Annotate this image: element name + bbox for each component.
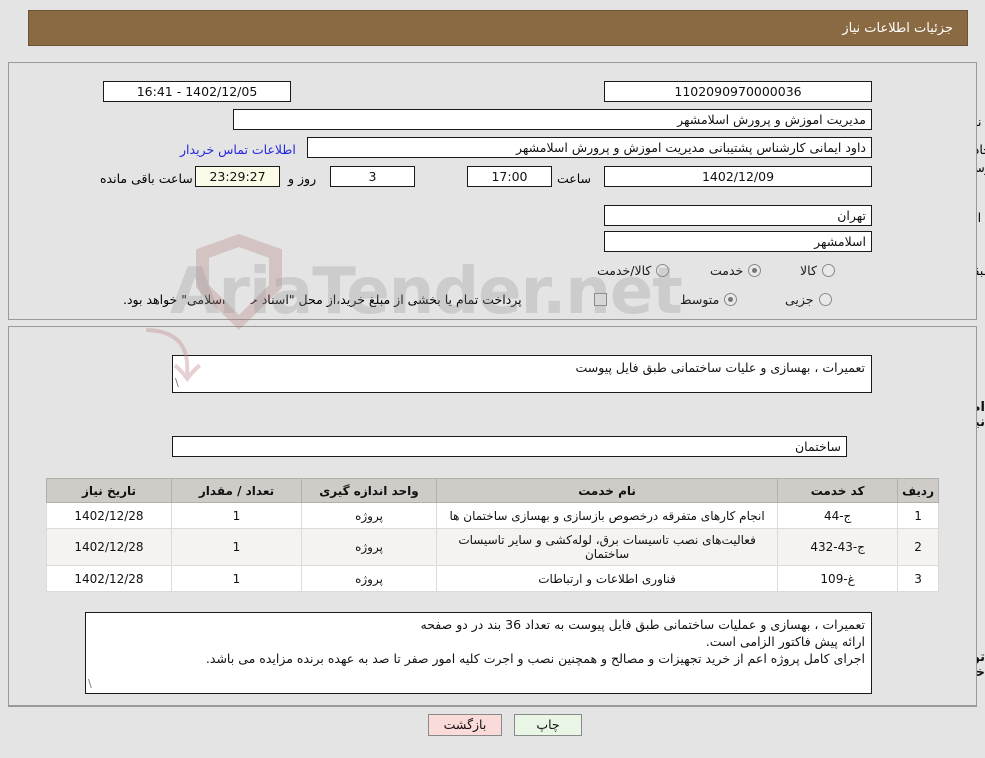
time-remaining-countdown: 23:29:27: [195, 166, 280, 187]
cell-qty: 1: [172, 566, 302, 592]
service-group-value: ساختمان: [172, 436, 847, 457]
radio-icon-jozii[interactable]: [819, 293, 832, 306]
province-value: تهران: [604, 205, 872, 226]
radio-icon-khedmat[interactable]: [748, 264, 761, 277]
th-name: نام خدمت: [437, 479, 778, 503]
radio-icon-motevaset[interactable]: [724, 293, 737, 306]
table-row: 1 ج-44 انجام کارهای متفرقه درخصوص بازساز…: [47, 503, 939, 529]
page-title: جزئیات اطلاعات نیاز: [842, 21, 953, 36]
cell-code: غ-109: [778, 566, 898, 592]
cell-date: 1402/12/28: [47, 566, 172, 592]
category-option-0[interactable]: کالا: [800, 259, 835, 281]
requester-value: داود ایمانی کارشناس پشتیبانی مدیریت اموز…: [307, 137, 872, 158]
back-button[interactable]: بازگشت: [428, 714, 502, 736]
hours-remaining-label-row: ساعت باقی مانده: [100, 167, 193, 189]
category-option-1[interactable]: خدمت: [710, 259, 761, 281]
checkbox-icon-treasury[interactable]: [594, 293, 607, 306]
buyer-notes-textarea[interactable]: تعمیرات ، بهسازی و عملیات ساختمانی طبق ف…: [85, 612, 872, 694]
cell-row: 2: [898, 529, 939, 566]
category-option-2-label: کالا/خدمت: [597, 263, 651, 278]
need-description-value: تعمیرات ، بهسازی و علیات ساختمانی طبق فا…: [179, 359, 865, 376]
days-and-label: روز و: [288, 171, 316, 186]
cell-date: 1402/12/28: [47, 503, 172, 529]
th-date: تاریخ نیاز: [47, 479, 172, 503]
resize-grip-icon[interactable]: ⧵: [88, 675, 92, 692]
hours-remaining-label: ساعت باقی مانده: [100, 171, 193, 186]
cell-code: ج-43-432: [778, 529, 898, 566]
cell-qty: 1: [172, 529, 302, 566]
footer-divider: [8, 706, 977, 707]
cell-row: 3: [898, 566, 939, 592]
cell-code: ج-44: [778, 503, 898, 529]
buyer-org-value: مدیریت اموزش و پرورش اسلامشهر: [233, 109, 872, 130]
process-option-1-label: متوسط: [680, 292, 719, 307]
treasury-note-row: پرداخت تمام یا بخشی از مبلغ خرید،از محل …: [123, 288, 522, 310]
need-number-value: 1102090970000036: [604, 81, 872, 102]
contact-link-row[interactable]: اطلاعات تماس خریدار: [180, 138, 296, 160]
cell-unit: پروژه: [302, 566, 437, 592]
buyer-notes-value: تعمیرات ، بهسازی و عملیات ساختمانی طبق ف…: [92, 616, 865, 667]
th-row: ردیف: [898, 479, 939, 503]
table-row: 3 غ-109 فناوری اطلاعات و ارتباطات پروژه …: [47, 566, 939, 592]
cell-date: 1402/12/28: [47, 529, 172, 566]
resize-grip-icon[interactable]: ⧵: [175, 374, 179, 391]
cell-name: فناوری اطلاعات و ارتباطات: [437, 566, 778, 592]
table-header-row: ردیف کد خدمت نام خدمت واحد اندازه گیری ت…: [47, 479, 939, 503]
city-value: اسلامشهر: [604, 231, 872, 252]
cell-row: 1: [898, 503, 939, 529]
cell-qty: 1: [172, 503, 302, 529]
deadline-hour-label-row: ساعت: [557, 167, 591, 189]
buyer-contact-link[interactable]: اطلاعات تماس خریدار: [180, 142, 296, 157]
cell-unit: پروژه: [302, 503, 437, 529]
th-qty: تعداد / مقدار: [172, 479, 302, 503]
print-button[interactable]: چاپ: [514, 714, 582, 736]
radio-icon-kala[interactable]: [822, 264, 835, 277]
deadline-hour-value: 17:00: [467, 166, 552, 187]
need-description-textarea[interactable]: تعمیرات ، بهسازی و علیات ساختمانی طبق فا…: [172, 355, 872, 393]
deadline-hour-label: ساعت: [557, 171, 591, 186]
page-header: جزئیات اطلاعات نیاز: [28, 10, 968, 46]
cell-name: فعالیت‌های نصب تاسیسات برق، لوله‌کشی و س…: [437, 529, 778, 566]
announce-date-value: 1402/12/05 - 16:41: [103, 81, 291, 102]
days-remaining-value: 3: [330, 166, 415, 187]
th-unit: واحد اندازه گیری: [302, 479, 437, 503]
th-code: کد خدمت: [778, 479, 898, 503]
category-option-0-label: کالا: [800, 263, 817, 278]
services-table: ردیف کد خدمت نام خدمت واحد اندازه گیری ت…: [46, 478, 939, 592]
treasury-checkbox-wrap[interactable]: [594, 288, 607, 310]
treasury-note-text: پرداخت تمام یا بخشی از مبلغ خرید،از محل …: [123, 292, 522, 307]
deadline-date-value: 1402/12/09: [604, 166, 872, 187]
category-option-2[interactable]: کالا/خدمت: [597, 259, 669, 281]
process-option-1[interactable]: متوسط: [680, 288, 737, 310]
process-option-0-label: جزیی: [785, 292, 814, 307]
table-row: 2 ج-43-432 فعالیت‌های نصب تاسیسات برق، ل…: [47, 529, 939, 566]
process-option-0[interactable]: جزیی: [785, 288, 832, 310]
cell-name: انجام کارهای متفرقه درخصوص بازسازی و بهس…: [437, 503, 778, 529]
category-option-1-label: خدمت: [710, 263, 743, 278]
radio-icon-kala-khedmat[interactable]: [656, 264, 669, 277]
cell-unit: پروژه: [302, 529, 437, 566]
days-and-label-row: روز و: [288, 167, 316, 189]
